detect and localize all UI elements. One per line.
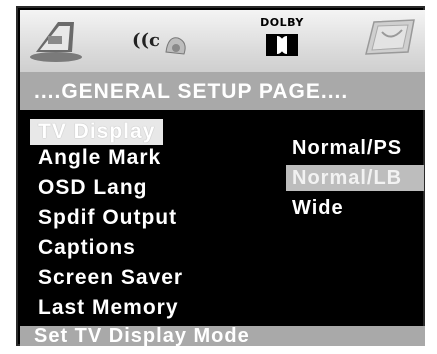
menu-item-label: Captions: [38, 236, 136, 259]
page-title-bar: ....GENERAL SETUP PAGE....: [20, 72, 425, 110]
preference-icon[interactable]: [360, 16, 418, 60]
menu-item-label: TV Display: [38, 120, 156, 143]
option-label: Normal/PS: [292, 137, 403, 159]
menu-item-tv-display[interactable]: TV Display: [30, 119, 164, 145]
status-text: Set TV Display Mode: [34, 326, 250, 346]
option-label: Normal/LB: [292, 167, 403, 189]
option-normal-lb[interactable]: Normal/LB: [286, 165, 424, 191]
menu-item-angle-mark[interactable]: Angle Mark: [30, 145, 169, 171]
svg-text:((c: ((c: [132, 30, 160, 51]
dolby-digital-icon[interactable]: DOLBY: [258, 16, 306, 64]
audio-setup-icon[interactable]: ((c: [132, 24, 192, 60]
menu-item-last-memory[interactable]: Last Memory: [30, 295, 187, 321]
menu-item-label: Screen Saver: [38, 266, 184, 289]
menu-item-label: Angle Mark: [38, 146, 162, 169]
menu-item-label: OSD Lang: [38, 176, 148, 199]
menu-item-spdif-output[interactable]: Spdif Output: [30, 205, 185, 231]
option-label: Wide: [292, 197, 344, 219]
menu-item-osd-lang[interactable]: OSD Lang: [30, 175, 156, 201]
general-setup-icon[interactable]: [28, 18, 84, 64]
dolby-label: DOLBY: [260, 16, 304, 29]
menu-item-captions[interactable]: Captions: [30, 235, 144, 261]
menu-item-label: Spdif Output: [38, 206, 178, 229]
menu-item-screen-saver[interactable]: Screen Saver: [30, 265, 191, 291]
setup-icon-bar: ((c DOLBY: [20, 10, 425, 72]
menu-item-label: Last Memory: [38, 296, 179, 319]
option-wide[interactable]: Wide: [286, 195, 350, 221]
option-normal-ps[interactable]: Normal/PS: [286, 135, 408, 161]
dvd-setup-menu: ((c DOLBY ....GENERAL SETUP PAGE.... TV …: [16, 6, 425, 346]
page-title: ....GENERAL SETUP PAGE....: [34, 80, 349, 103]
status-bar: Set TV Display Mode: [20, 326, 425, 346]
